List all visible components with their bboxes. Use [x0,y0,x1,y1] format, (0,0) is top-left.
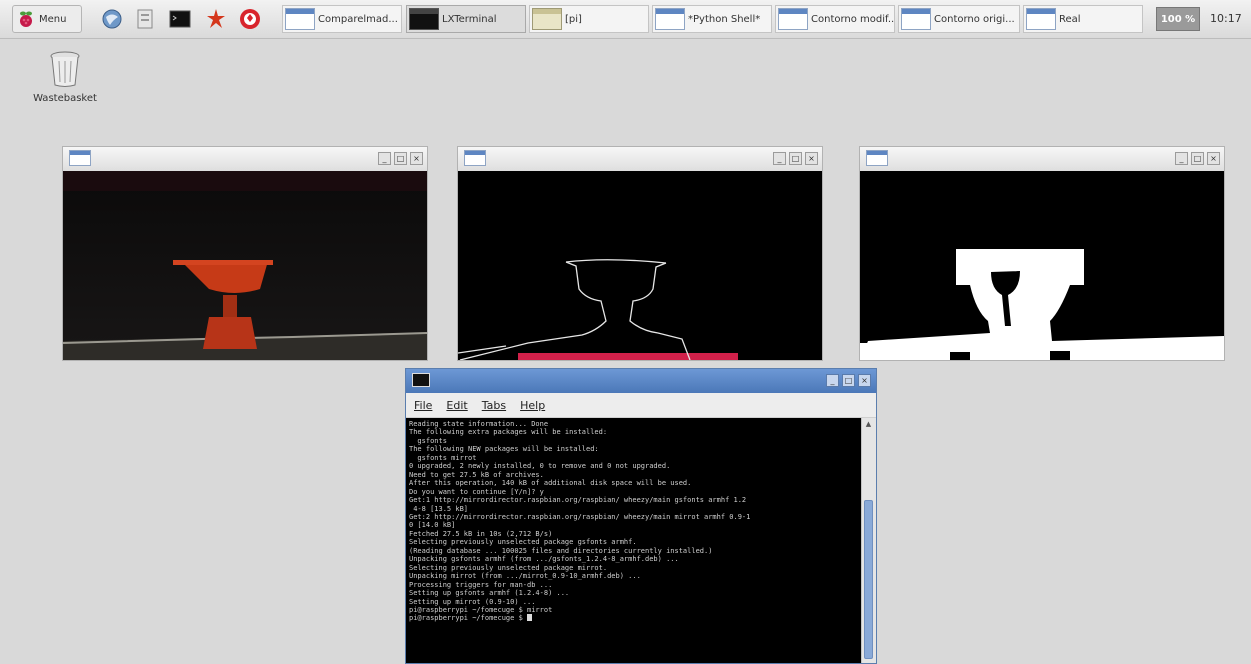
terminal-line: Reading state information... Done [409,420,549,428]
file-manager-icon[interactable] [133,7,157,31]
terminal-launcher-icon[interactable] [168,7,192,31]
wastebasket-icon [50,51,80,87]
minimize-button[interactable]: _ [773,152,786,165]
window-icon [1026,8,1056,30]
maximize-button[interactable]: □ [394,152,407,165]
terminal-line: Need to get 27.5 kB of archives. [409,470,544,479]
terminal-scrollbar[interactable]: ▲ [861,418,876,663]
terminal-line: Get:1 http://mirrordirector.raspbian.org… [409,496,747,505]
raspberry-icon [20,11,32,27]
window-contorno-modificado: _ □ × [859,146,1225,361]
terminal-menubar: File Edit Tabs Help [406,393,876,418]
window-icon [778,8,808,30]
window-titlebar[interactable]: _ □ × [860,147,1224,172]
task-label: Comparelmad... [318,13,398,25]
terminal-line: gsfonts [409,436,447,445]
terminal-line: 4-8 [13.5 kB] [409,504,469,513]
terminal-line: Selecting previously unselected package … [409,538,637,547]
web-browser-icon[interactable] [100,7,124,31]
task-contorno-modif[interactable]: Contorno modif... [775,5,895,33]
maximize-button[interactable]: □ [842,374,855,387]
maximize-button[interactable]: □ [789,152,802,165]
window-icon [464,150,486,166]
terminal-icon [412,373,430,387]
terminal-line: After this operation, 140 kB of addition… [409,479,692,488]
terminal-line: Get:2 http://mirrordirector.raspbian.org… [409,512,751,521]
window-icon [901,8,931,30]
minimize-button[interactable]: _ [1175,152,1188,165]
terminal-line: The following NEW packages will be insta… [409,445,599,454]
menu-label: Menu [39,13,67,25]
menu-tabs[interactable]: Tabs [482,399,506,412]
maximize-button[interactable]: □ [1191,152,1204,165]
task-compareimad[interactable]: Comparelmad... [282,5,402,33]
close-button[interactable]: × [858,374,871,387]
task-label: [pi] [565,13,582,25]
window-contorno-original: _ □ × [457,146,823,361]
wastebasket-label: Wastebasket [33,93,97,104]
window-titlebar[interactable]: _ □ × [458,147,822,172]
task-contorno-orig[interactable]: Contorno origi... [898,5,1020,33]
wastebasket[interactable]: Wastebasket [25,50,105,104]
terminal-line: gsfonts mirrot [409,453,477,462]
terminal-titlebar[interactable]: _ □ × [406,369,876,393]
task-label: Real [1059,13,1081,25]
window-titlebar[interactable]: _ □ × [63,147,427,172]
task-pi-folder[interactable]: [pi] [529,5,649,33]
task-label: LXTerminal [442,13,497,25]
window-icon [655,8,685,30]
task-lxterminal[interactable]: LXTerminal [406,5,526,33]
lxterminal-window: _ □ × File Edit Tabs Help Reading state … [405,368,877,664]
menu-file[interactable]: File [414,399,432,412]
minimize-button[interactable]: _ [378,152,391,165]
terminal-line: 0 [14.0 kB] [409,521,456,530]
wolfram-icon[interactable] [238,7,262,31]
menu-help[interactable]: Help [520,399,545,412]
close-button[interactable]: × [805,152,818,165]
close-button[interactable]: × [410,152,423,165]
task-label: Contorno origi... [934,13,1015,25]
task-label: Contorno modif... [811,13,895,25]
terminal-line: (Reading database ... 100025 files and d… [409,546,713,555]
task-real[interactable]: Real [1023,5,1143,33]
terminal-line: Selecting previously unselected package … [409,563,608,572]
window-icon [69,150,91,166]
terminal-line: The following extra packages will be ins… [409,428,608,437]
terminal-output[interactable]: Reading state information... Done The fo… [406,418,862,663]
window-icon [866,150,888,166]
mathematica-icon[interactable] [204,7,228,31]
terminal-prompt-line: pi@raspberrypi ~/fomecuge $ [409,614,862,622]
folder-icon [532,8,562,30]
task-label: *Python Shell* [688,13,761,25]
terminal-line: Setting up mirrot (0.9-10) ... [409,597,536,606]
terminal-line: Processing triggers for man-db ... [409,580,553,589]
scrollbar-thumb[interactable] [864,500,873,659]
text-cursor [527,614,533,622]
mask-image [860,171,1224,360]
window-real: _ □ × [62,146,428,361]
terminal-prompt: pi@raspberrypi ~/fomecuge $ [409,614,528,623]
clock[interactable]: 10:17 [1210,12,1242,25]
terminal-line: Do you want to continue [Y/n]? y [409,487,544,496]
window-icon [285,8,315,30]
task-python-shell[interactable]: *Python Shell* [652,5,772,33]
minimize-button[interactable]: _ [826,374,839,387]
terminal-line: Fetched 27.5 kB in 10s (2,712 B/s) [409,529,553,538]
terminal-line: Setting up gsfonts armhf (1.2.4-8) ... [409,589,570,598]
taskbar: Menu Comparelmad... LXTerminal [pi] *Pyt… [0,0,1251,39]
terminal-line: 0 upgraded, 2 newly installed, 0 to remo… [409,462,671,471]
cpu-monitor[interactable]: 100 % [1156,7,1200,31]
menu-edit[interactable]: Edit [446,399,467,412]
menu-button[interactable]: Menu [12,5,82,33]
scroll-up-arrow-icon[interactable]: ▲ [864,420,873,429]
camera-image [63,171,427,360]
terminal-icon [409,8,439,30]
terminal-line: Unpacking gsfonts armhf (from .../gsfont… [409,555,679,564]
close-button[interactable]: × [1207,152,1220,165]
terminal-line: pi@raspberrypi ~/fomecuge $ mirrot [409,605,553,614]
contour-image [458,171,822,360]
terminal-line: Unpacking mirrot (from .../mirrot_0.9-10… [409,572,641,581]
